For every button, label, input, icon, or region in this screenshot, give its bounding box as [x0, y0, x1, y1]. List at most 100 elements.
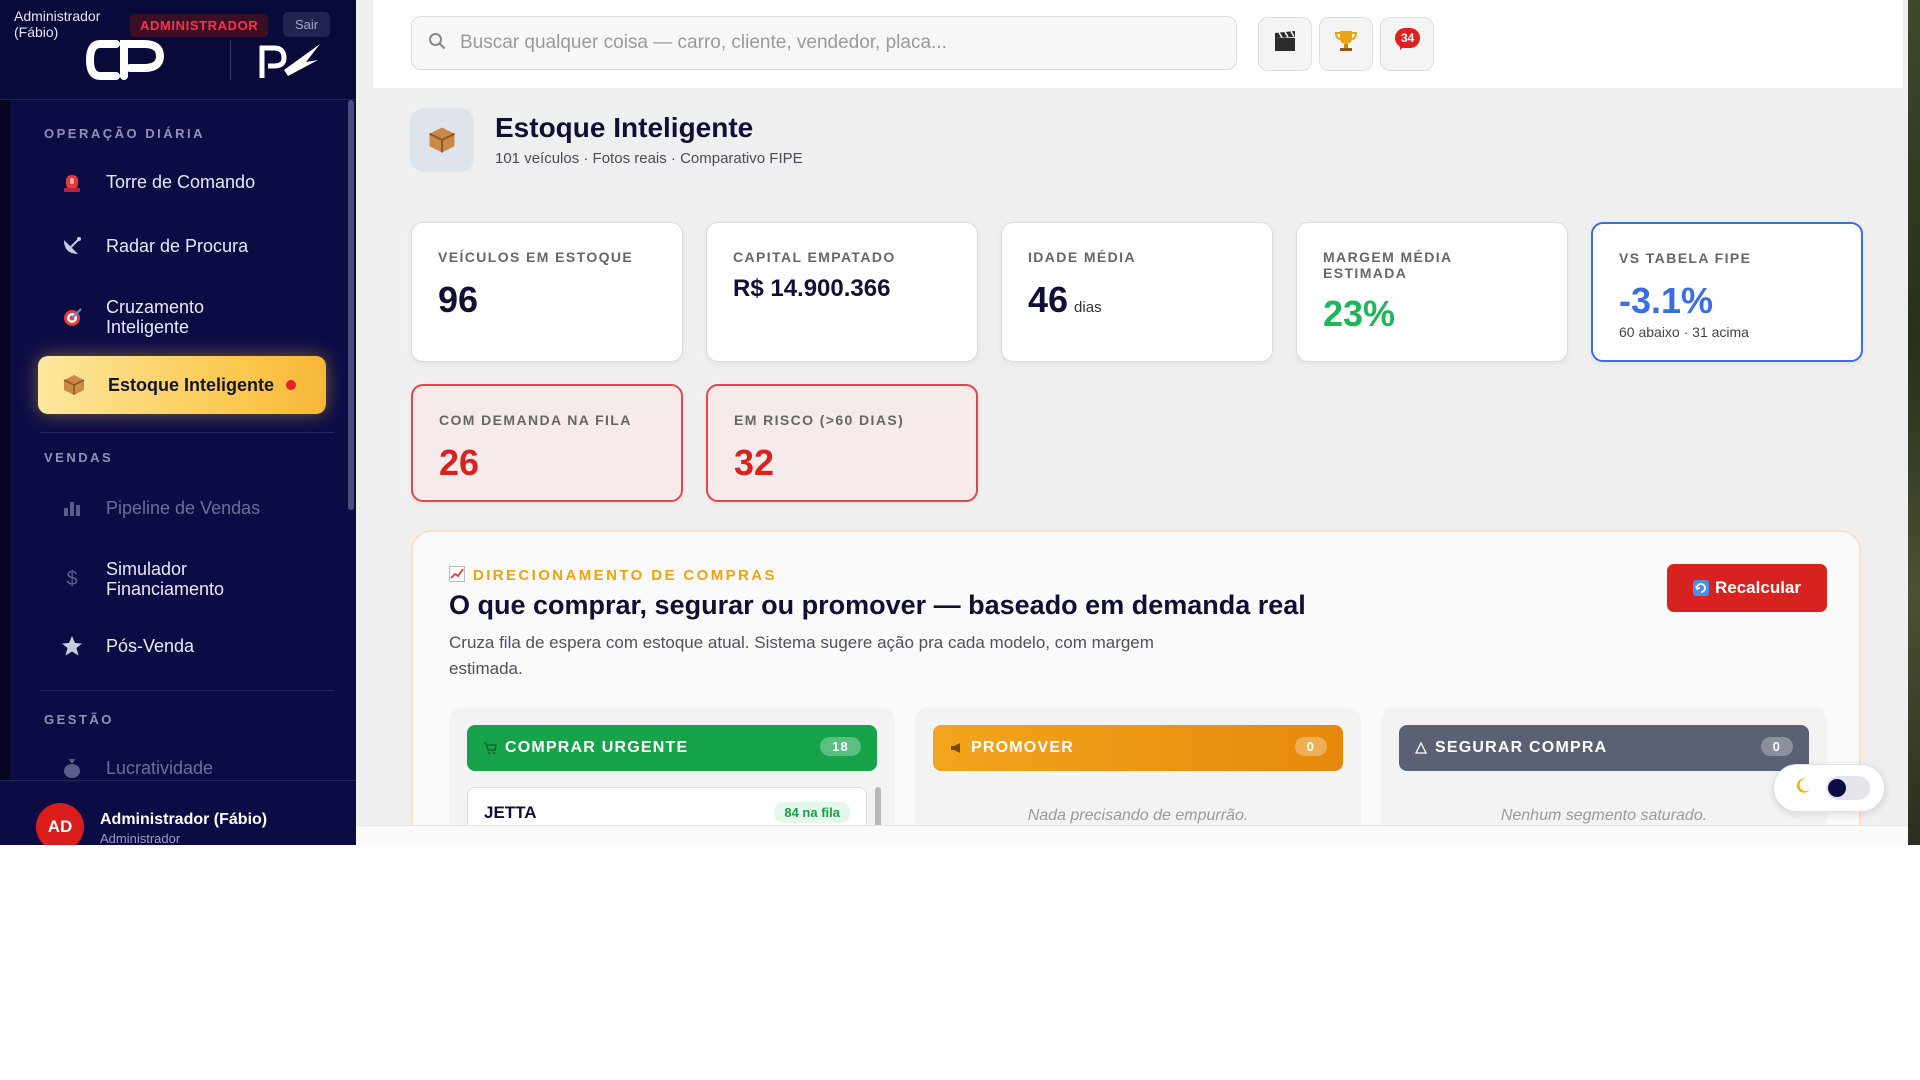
dollar-icon: $ — [66, 568, 78, 590]
section-management: GESTÃO — [44, 712, 114, 727]
search-box[interactable] — [411, 16, 1237, 70]
warning-icon — [1415, 742, 1427, 754]
toggle-switch[interactable] — [1826, 776, 1870, 800]
kpi-value: -3.1% — [1619, 280, 1714, 321]
megaphone-icon — [949, 741, 963, 755]
sidebar-item-pos-venda[interactable]: Pós-Venda — [40, 630, 326, 662]
kpi-note: 60 abaixo · 31 acima — [1619, 324, 1749, 340]
clapperboard-button[interactable] — [1258, 17, 1312, 71]
sidebar-header: Administrador (Fábio) ADMINISTRADOR Sair — [0, 0, 356, 100]
model-name: JETTA — [484, 803, 537, 822]
page-title: Estoque Inteligente — [495, 112, 754, 143]
sidebar-item-label: Pipeline de Vendas — [106, 497, 261, 518]
trend-chart-icon — [449, 566, 465, 586]
sidebar-rail — [0, 100, 10, 845]
sidebar-item-label: Simulador Financiamento — [106, 559, 225, 599]
footer-bar — [356, 825, 1908, 845]
kpi-value: R$ 14.900.366 — [733, 275, 891, 302]
kpi-average-margin: MARGEM MÉDIA ESTIMADA 23% — [1296, 222, 1568, 362]
sidebar-item-cruzamento-inteligente[interactable]: Cruzamento Inteligente — [40, 294, 326, 340]
sidebar-item-pipeline-de-vendas[interactable]: Pipeline de Vendas — [40, 492, 326, 524]
search-icon — [428, 32, 450, 55]
kpi-tied-capital: CAPITAL EMPATADO R$ 14.900.366 — [706, 222, 978, 362]
kpi-average-age: IDADE MÉDIA 46 dias — [1001, 222, 1273, 362]
partner-logo — [259, 44, 320, 78]
clapperboard-icon — [1273, 30, 1297, 58]
sidebar-item-label: Cruzamento Inteligente — [106, 297, 205, 337]
theme-toggle[interactable] — [1773, 764, 1885, 812]
target-icon — [60, 305, 84, 329]
top-bar: 34 — [373, 0, 1903, 88]
empty-state-text: Nada precisando de empurrão. — [1027, 807, 1249, 824]
kpi-value: 26 — [439, 442, 480, 483]
logout-button[interactable]: Sair — [283, 12, 331, 37]
kpi-value: 96 — [438, 279, 479, 320]
siren-icon — [60, 170, 84, 194]
user-name: Administrador (Fábio) — [100, 811, 268, 828]
sidebar-scrollbar[interactable] — [348, 100, 354, 510]
purchase-direction-panel: DIRECIONAMENTO DE COMPRAS O que comprar,… — [411, 530, 1861, 845]
queue-count-tag: 84 na fila — [774, 802, 850, 823]
sidebar-item-estoque-inteligente[interactable]: Estoque Inteligente — [38, 356, 326, 414]
star-icon — [60, 634, 84, 658]
sidebar-item-label: Torre de Comando — [106, 171, 256, 192]
sidebar-item-label: Radar de Procura — [106, 235, 249, 256]
user-profile[interactable]: AD Administrador (Fábio) Administrador — [0, 780, 356, 845]
toggle-knob — [1828, 779, 1846, 797]
sidebar-item-radar-de-procura[interactable]: Radar de Procura — [40, 230, 326, 262]
kpi-label: MARGEM MÉDIA ESTIMADA — [1323, 249, 1453, 281]
panel-title: O que comprar, segurar ou promover — bas… — [449, 590, 1306, 620]
kpi-value: 23% — [1323, 293, 1396, 334]
page-subtitle: 101 veículos · Fotos reais · Comparativo… — [495, 150, 803, 167]
sidebar-item-label: Lucratividade — [106, 757, 214, 778]
column-title: SEGURAR COMPRA — [1435, 739, 1608, 756]
column-count: 0 — [1294, 737, 1327, 756]
panel-kicker: DIRECIONAMENTO DE COMPRAS — [449, 566, 777, 586]
kpi-vs-fipe-table: VS TABELA FIPE -3.1% 60 abaixo · 31 acim… — [1591, 222, 1863, 362]
sidebar-item-simulador-financiamento[interactable]: $ Simulador Financiamento — [40, 556, 326, 602]
kpi-label: VS TABELA FIPE — [1619, 250, 1752, 266]
column-count: 18 — [820, 737, 861, 756]
cart-icon — [483, 741, 497, 755]
kpi-label: EM RISCO (>60 DIAS) — [734, 412, 905, 428]
notifications-button[interactable]: 34 — [1380, 17, 1434, 71]
avatar: AD — [36, 803, 84, 845]
sidebar-item-label: Pós-Venda — [106, 635, 195, 656]
satellite-dish-icon — [60, 234, 84, 258]
kpi-vehicles-in-stock: VEÍCULOS EM ESTOQUE 96 — [411, 222, 683, 362]
column-header[interactable]: COMPRAR URGENTE 18 — [467, 725, 877, 771]
kpi-label: COM DEMANDA NA FILA — [439, 412, 632, 428]
trophy-button[interactable] — [1319, 17, 1373, 71]
search-input[interactable] — [460, 32, 1220, 54]
kpi-label: CAPITAL EMPATADO — [733, 249, 896, 265]
column-header[interactable]: PROMOVER 0 — [933, 725, 1343, 771]
header-admin-name: Administrador (Fábio) — [14, 8, 101, 40]
logo-divider — [230, 40, 231, 80]
page-package-icon — [410, 108, 474, 172]
recalculate-button[interactable]: Recalcular — [1667, 564, 1827, 612]
active-indicator-dot — [286, 380, 297, 390]
sidebar-divider — [40, 690, 334, 691]
notification-count-badge: 34 — [1395, 28, 1421, 48]
bar-chart-icon — [60, 496, 84, 520]
section-sales: VENDAS — [44, 450, 114, 465]
moon-icon — [1794, 777, 1812, 800]
section-daily-operation: OPERAÇÃO DIÁRIA — [44, 126, 206, 141]
kpi-label: IDADE MÉDIA — [1028, 249, 1136, 265]
empty-state-text: Nenhum segmento saturado. — [1500, 807, 1708, 824]
trophy-icon — [1334, 29, 1358, 59]
kpi-unit: dias — [1074, 299, 1102, 316]
column-count: 0 — [1760, 737, 1793, 756]
column-header[interactable]: SEGURAR COMPRA 0 — [1399, 725, 1809, 771]
kpi-label: VEÍCULOS EM ESTOQUE — [438, 249, 634, 265]
kpi-queue-demand: COM DEMANDA NA FILA 26 — [411, 384, 683, 502]
sidebar-item-label: Estoque Inteligente — [108, 374, 275, 395]
column-title: COMPRAR URGENTE — [505, 739, 689, 756]
recalculate-label: Recalcular — [1715, 578, 1801, 597]
kpi-number: 46 — [1028, 279, 1069, 320]
role-badge: ADMINISTRADOR — [130, 14, 269, 37]
sidebar-item-torre-de-comando[interactable]: Torre de Comando — [40, 166, 326, 198]
sidebar-divider — [40, 432, 334, 433]
panel-description: Cruza fila de espera com estoque atual. … — [449, 633, 1154, 678]
app-window: Administrador (Fábio) ADMINISTRADOR Sair… — [0, 0, 1920, 845]
